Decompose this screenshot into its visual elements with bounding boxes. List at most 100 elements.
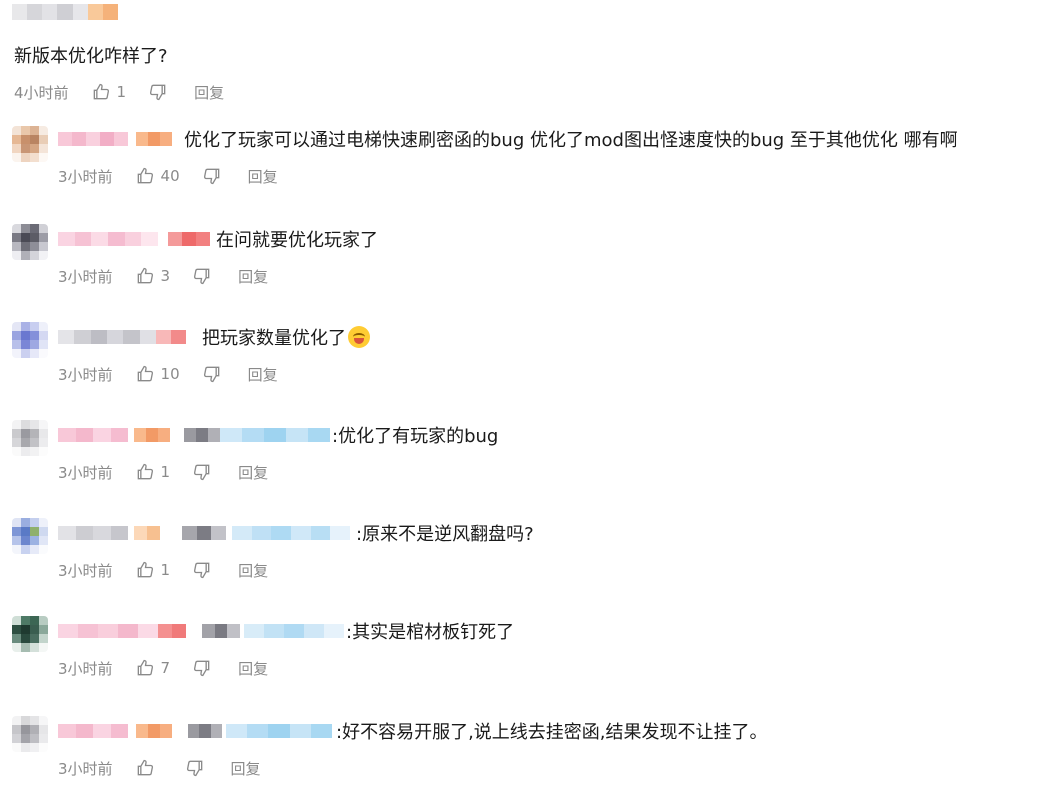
thumbs-down-icon [186,760,202,777]
dislike-button[interactable] [192,266,212,286]
dislike-button[interactable] [192,658,212,678]
comment-actions: 4小时前 1 回复 [14,82,224,102]
avatar[interactable] [12,126,48,162]
like-button[interactable]: 7 [135,658,171,678]
user-badge-blurred [168,232,210,246]
like-button[interactable]: 1 [135,462,171,482]
like-button[interactable] [135,758,161,778]
user-badge-blurred [136,132,172,146]
reply-actions: 3小时前 10 回复 [58,364,278,384]
thumbs-up-icon [137,759,153,776]
username-blurred[interactable] [58,132,128,146]
like-button[interactable]: 40 [135,166,180,186]
mentioned-username-blurred[interactable] [232,526,351,540]
reply-button[interactable]: 回复 [238,560,268,581]
like-count: 1 [160,561,171,579]
like-count: 40 [160,167,180,185]
user-badge-blurred [134,526,160,540]
like-count: 1 [160,463,171,481]
avatar[interactable] [12,616,48,652]
thumbs-down-icon [203,366,219,383]
reply-time: 3小时前 [58,659,113,678]
like-count: 7 [160,659,171,677]
thumbs-up-icon [137,365,153,382]
user-badge-blurred [158,624,186,638]
reply-button[interactable]: 回复 [248,364,278,385]
reply-time: 3小时前 [58,365,113,384]
thumbs-up-icon [137,561,153,578]
mentioned-avatar-blurred [188,724,222,738]
comment-time: 4小时前 [14,83,69,102]
reply-button[interactable]: 回复 [248,166,278,187]
username-blurred[interactable] [58,724,128,738]
user-badge-blurred [156,330,186,344]
thumbs-down-icon [203,168,219,185]
like-button[interactable]: 1 [135,560,171,580]
like-button[interactable]: 3 [135,266,171,286]
reply-time: 3小时前 [58,561,113,580]
reply-button[interactable]: 回复 [238,266,268,287]
thumbs-down-icon [194,562,210,579]
mentioned-avatar-blurred [182,526,227,540]
reply-actions: 3小时前 1 回复 [58,462,268,482]
thumbs-down-icon [194,464,210,481]
reply-text: 在问就要优化玩家了 [216,230,378,251]
comment-text: 新版本优化咋样了? [14,46,168,67]
reply-time: 3小时前 [58,267,113,286]
reply-actions: 3小时前 7 回复 [58,658,268,678]
dislike-button[interactable] [202,364,222,384]
mentioned-avatar-blurred [184,428,220,442]
mentioned-avatar-blurred [202,624,241,638]
reply-time: 3小时前 [58,759,113,778]
like-count: 10 [160,365,180,383]
reply-button[interactable]: 回复 [238,658,268,679]
thumbs-up-icon [93,83,109,100]
avatar[interactable] [12,716,48,752]
like-button[interactable]: 1 [91,82,127,102]
reply-text: :好不容易开服了,说上线去挂密函,结果发现不让挂了。 [336,722,768,743]
mentioned-username-blurred[interactable] [220,428,330,442]
reply-button[interactable]: 回复 [231,758,261,779]
reply-button[interactable]: 回复 [194,82,224,103]
dislike-button[interactable] [185,758,205,778]
like-count: 1 [116,83,127,101]
reply-actions: 3小时前 回复 [58,758,261,778]
username-blurred[interactable] [58,526,128,540]
avatar[interactable] [12,420,48,456]
like-count: 3 [160,267,171,285]
mentioned-username-blurred[interactable] [226,724,333,738]
username-blurred[interactable] [58,624,158,638]
dislike-button[interactable] [148,82,168,102]
thumbs-up-icon [137,167,153,184]
avatar[interactable] [12,322,48,358]
username-blurred[interactable] [58,330,156,344]
dislike-button[interactable] [192,462,212,482]
avatar[interactable] [12,518,48,554]
dislike-button[interactable] [202,166,222,186]
thumbs-down-icon [194,660,210,677]
reply-time: 3小时前 [58,463,113,482]
thumbs-up-icon [137,659,153,676]
user-badge-blurred [136,724,172,738]
reply-text: :优化了有玩家的bug [332,426,499,447]
reply-text: :其实是棺材板钉死了 [346,622,515,643]
laughing-crying-emoji [348,326,370,348]
username-blurred[interactable] [58,428,128,442]
mentioned-username-blurred[interactable] [244,624,344,638]
dislike-button[interactable] [192,560,212,580]
thumbs-down-icon [150,84,166,101]
reply-text: :原来不是逆风翻盘吗? [356,524,534,545]
avatar[interactable] [12,224,48,260]
like-button[interactable]: 10 [135,364,180,384]
thumbs-up-icon [137,267,153,284]
username-blurred[interactable] [58,232,159,246]
thumbs-down-icon [194,268,210,285]
reply-button[interactable]: 回复 [238,462,268,483]
username-blurred[interactable] [12,4,118,20]
reply-time: 3小时前 [58,167,113,186]
reply-actions: 3小时前 40 回复 [58,166,278,186]
reply-text: 把玩家数量优化了 [202,328,346,349]
reply-actions: 3小时前 1 回复 [58,560,268,580]
reply-actions: 3小时前 3 回复 [58,266,268,286]
reply-text: 优化了玩家可以通过电梯快速刷密函的bug 优化了mod图出怪速度快的bug 至于… [184,130,958,151]
